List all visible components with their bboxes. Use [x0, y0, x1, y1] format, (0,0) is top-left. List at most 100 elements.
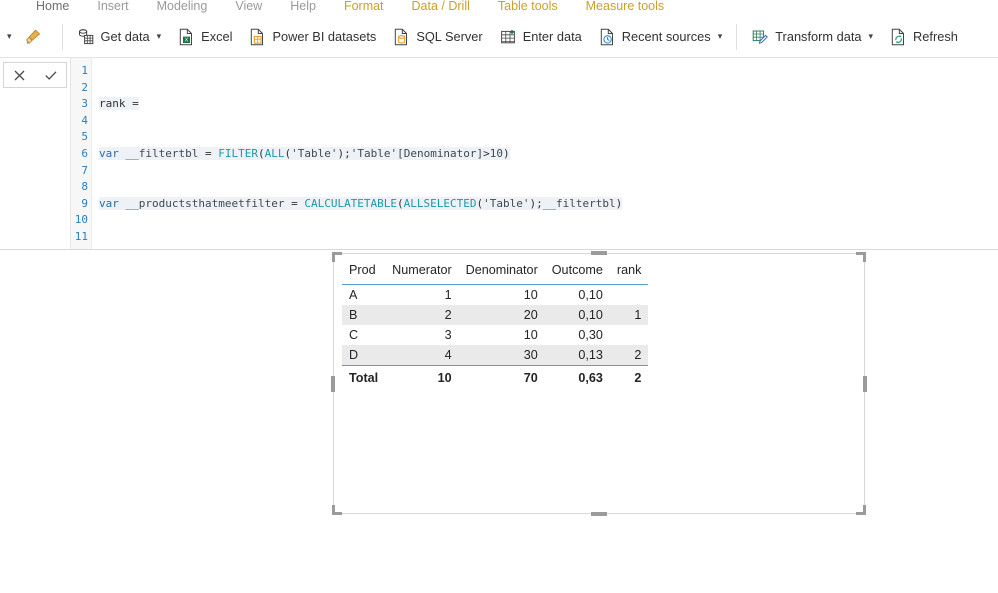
ribbon-tab-label: Help	[290, 0, 316, 13]
column-header-numerator[interactable]: Numerator	[385, 259, 459, 285]
ribbon-tab-home[interactable]: Home	[22, 0, 83, 12]
excel-label: Excel	[201, 29, 233, 44]
resize-handle-bottom-left[interactable]	[332, 505, 342, 515]
clock-file-icon	[600, 28, 613, 45]
svg-text:X: X	[185, 37, 189, 43]
cell-numerator: 2	[385, 305, 459, 325]
code-line-1: rank =	[99, 97, 139, 111]
recent-sources-button[interactable]: Recent sources ▾	[590, 21, 730, 53]
ribbon-tab-format[interactable]: Format	[330, 0, 398, 12]
ribbon-tab-view[interactable]: View	[221, 0, 276, 12]
line-number: 11	[74, 229, 88, 243]
table-total-row: Total 10 70 0,63 2	[342, 365, 649, 388]
clipboard-caret-button[interactable]: ▾	[2, 21, 16, 53]
ribbon-tab-label: Table tools	[497, 0, 558, 13]
ribbon-tab-modeling[interactable]: Modeling	[143, 0, 222, 12]
column-header-outcome[interactable]: Outcome	[544, 259, 610, 285]
transform-pencil-icon	[752, 30, 769, 44]
ribbon-tab-label: Modeling	[156, 0, 208, 13]
formula-action-buttons	[0, 58, 70, 249]
transform-data-button[interactable]: Transform data ▾	[743, 21, 881, 53]
total-label: Total	[342, 365, 386, 388]
table-visual-container[interactable]: Prod Numerator Denominator Outcome rank …	[331, 251, 867, 516]
resize-handle-top-right[interactable]	[856, 252, 866, 262]
line-number: 10	[74, 213, 88, 227]
line-number: 3	[81, 97, 88, 111]
cancel-formula-button[interactable]	[4, 63, 35, 87]
refresh-button[interactable]: Refresh	[881, 21, 966, 53]
dax-code-editor[interactable]: 1 2 3 4 5 6 7 8 9 10 11 rank = var __fil…	[70, 58, 998, 249]
report-canvas[interactable]: Prod Numerator Denominator Outcome rank …	[0, 251, 998, 593]
resize-handle-bottom[interactable]	[591, 512, 607, 516]
table-visual[interactable]: Prod Numerator Denominator Outcome rank …	[342, 259, 649, 388]
power-bi-datasets-label: Power BI datasets	[272, 29, 377, 44]
power-bi-desktop-window: Home Insert Modeling View Help Format Da…	[0, 0, 998, 593]
cell-prod: B	[342, 305, 386, 325]
ribbon-tab-data-drill[interactable]: Data / Drill	[398, 0, 484, 12]
table-row[interactable]: C 3 10 0,30	[342, 325, 648, 345]
power-bi-datasets-button[interactable]: Power BI datasets	[240, 21, 384, 53]
database-icon	[78, 28, 93, 44]
total-denominator: 70	[458, 365, 545, 388]
cell-outcome: 0,10	[544, 305, 610, 325]
cell-prod: D	[342, 345, 386, 366]
resize-handle-right[interactable]	[863, 375, 867, 392]
code-line-3: var __productsthatmeetfilter = CALCULATE…	[99, 196, 623, 210]
ribbon-divider	[61, 23, 63, 50]
dax-code-text[interactable]: rank = var __filtertbl = FILTER(ALL('Tab…	[92, 58, 998, 249]
excel-button[interactable]: X Excel	[169, 21, 240, 53]
resize-handle-top-left[interactable]	[332, 252, 342, 262]
column-header-rank[interactable]: rank	[609, 259, 649, 285]
line-number-gutter: 1 2 3 4 5 6 7 8 9 10 11	[70, 58, 92, 249]
cell-numerator: 3	[444, 328, 452, 342]
paintbrush-icon	[25, 29, 40, 44]
ribbon-tab-table-tools[interactable]: Table tools	[484, 0, 572, 12]
enter-data-button[interactable]: Enter data	[491, 21, 590, 53]
line-number: 9	[81, 196, 88, 210]
cell-rank: 1	[609, 305, 649, 325]
cell-numerator: 1	[444, 288, 452, 302]
checkmark-icon	[44, 70, 56, 80]
cell-prod: C	[349, 328, 359, 342]
line-number: 1	[81, 64, 88, 77]
cell-outcome: 0,30	[578, 328, 603, 342]
ribbon-command-bar: ▾ Get data ▾ X Excel Power BI datasets S…	[0, 16, 998, 58]
commit-formula-button[interactable]	[35, 63, 66, 87]
total-numerator: 10	[385, 365, 459, 388]
grid-table-icon	[500, 29, 515, 43]
ribbon-tab-label: View	[235, 0, 263, 13]
cell-denominator: 10	[523, 288, 538, 302]
sql-server-icon	[395, 28, 408, 45]
resize-handle-left[interactable]	[331, 375, 335, 392]
resize-handle-top[interactable]	[591, 251, 607, 255]
column-header-prod[interactable]: Prod	[342, 259, 386, 285]
total-outcome: 0,63	[544, 365, 610, 388]
dax-formula-bar: 1 2 3 4 5 6 7 8 9 10 11 rank = var __fil…	[0, 58, 998, 250]
cell-prod: A	[349, 288, 358, 302]
line-number: 7	[81, 163, 88, 177]
ribbon-divider	[736, 23, 738, 50]
resize-handle-bottom-right[interactable]	[856, 505, 866, 515]
ribbon-tabstrip: Home Insert Modeling View Help Format Da…	[0, 0, 998, 16]
format-painter-button[interactable]	[16, 21, 56, 53]
ribbon-tab-label: Measure tools	[585, 0, 665, 13]
table-row[interactable]: D 4 30 0,13 2	[342, 345, 649, 366]
chevron-down-icon: ▾	[868, 31, 874, 41]
excel-file-icon: X	[179, 28, 193, 45]
column-header-denominator[interactable]: Denominator	[458, 259, 545, 285]
line-number: 6	[81, 146, 88, 160]
table-row[interactable]: B 2 20 0,10 1	[342, 305, 649, 325]
cell-denominator: 30	[458, 345, 545, 366]
sql-server-button[interactable]: SQL Server	[384, 21, 490, 53]
get-data-button[interactable]: Get data ▾	[69, 21, 170, 53]
ribbon-tab-insert[interactable]: Insert	[83, 0, 142, 12]
cell-numerator: 4	[385, 345, 459, 366]
ribbon-tab-help[interactable]: Help	[276, 0, 330, 12]
cell-rank	[610, 285, 649, 306]
line-number: 2	[81, 80, 88, 94]
ribbon-tab-label: Data / Drill	[411, 0, 470, 13]
ribbon-tab-measure-tools[interactable]: Measure tools	[572, 0, 679, 12]
table-row[interactable]: A 1 10 0,10	[342, 285, 648, 306]
code-line-2: var __filtertbl = FILTER(ALL('Table');'T…	[99, 146, 510, 160]
ribbon-tab-label: Format	[343, 0, 384, 13]
